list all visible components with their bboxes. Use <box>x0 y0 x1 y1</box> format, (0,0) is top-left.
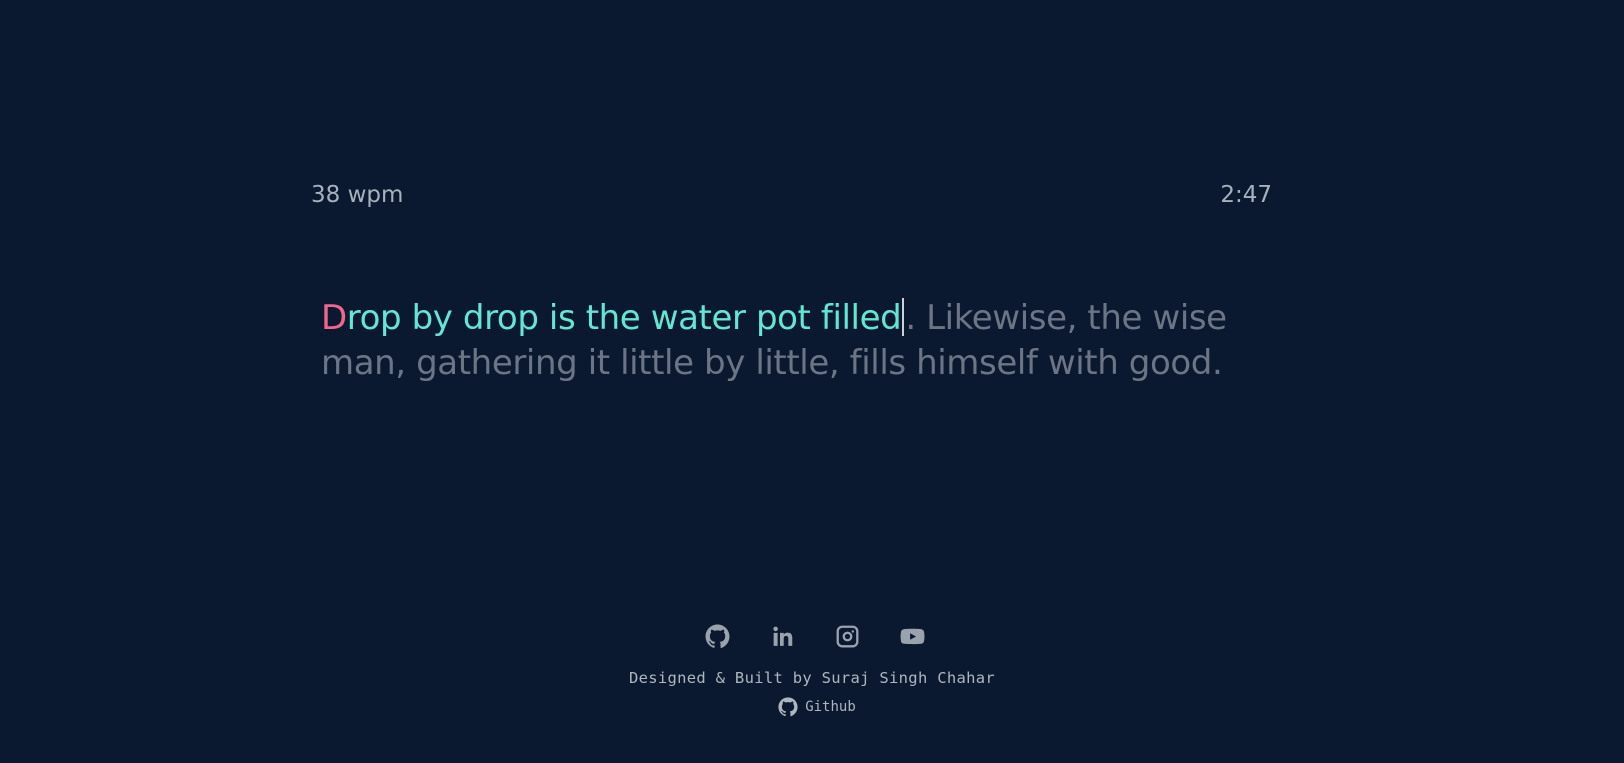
github-icon <box>778 697 798 717</box>
linkedin-icon <box>773 626 793 646</box>
instagram-icon <box>836 625 859 648</box>
typed-correct-text: rop by drop is the water pot filled <box>346 298 902 338</box>
youtube-icon <box>900 628 925 645</box>
instagram-social-link[interactable] <box>835 624 860 649</box>
footer-credit: Designed & Built by Suraj Singh Chahar <box>628 669 995 687</box>
typing-test-page: 38 wpm 2:47 Drop by drop is the water po… <box>0 0 1624 763</box>
github-icon <box>705 624 730 649</box>
typing-area[interactable]: Drop by drop is the water pot filled. Li… <box>321 296 1251 386</box>
github-link[interactable]: Github <box>778 697 856 717</box>
text-caret <box>902 298 905 336</box>
github-social-link[interactable] <box>705 624 730 649</box>
github-link-label: Github <box>805 699 856 715</box>
incorrect-char: D <box>321 298 347 338</box>
stats-bar: 38 wpm 2:47 <box>311 182 1272 208</box>
footer: Designed & Built by Suraj Singh Chahar G… <box>0 624 1624 717</box>
linkedin-social-link[interactable] <box>770 624 795 649</box>
social-links <box>705 624 925 649</box>
youtube-social-link[interactable] <box>900 624 925 649</box>
timer: 2:47 <box>1220 182 1272 208</box>
wpm-counter: 38 wpm <box>311 182 404 208</box>
